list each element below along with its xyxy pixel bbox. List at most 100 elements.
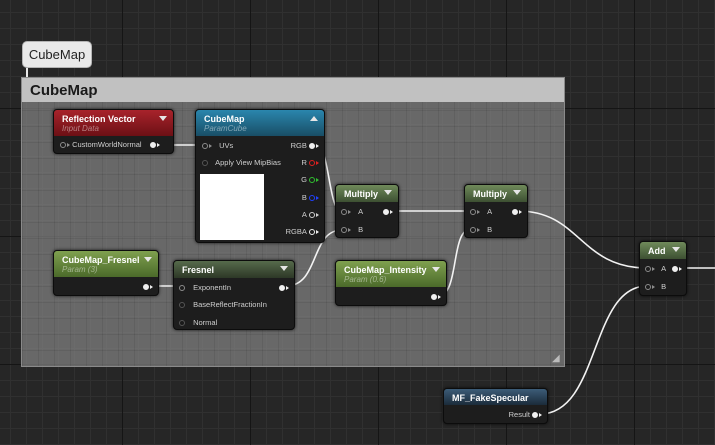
pin-label: BaseReflectFractionIn [193, 300, 267, 310]
pin-arrow-icon [316, 196, 319, 201]
pin-arrow-icon [156, 143, 160, 148]
pin-customworldnormal[interactable]: CustomWorldNormal [60, 140, 160, 150]
pin-output-icon[interactable] [309, 160, 315, 167]
node-title: Reflection Vector [62, 114, 136, 124]
pin-arrow-icon [679, 267, 682, 272]
pin-input-icon[interactable] [179, 302, 185, 309]
pin-label: RGBA [285, 227, 307, 237]
wire-fakespecular-to-add-b [539, 285, 648, 415]
pin-b[interactable]: B [341, 225, 363, 235]
node-header[interactable]: CubeMap_Fresnel Param (3) [54, 251, 158, 277]
pin-input-icon[interactable] [60, 142, 66, 149]
pin-input-icon[interactable] [341, 209, 347, 216]
pin-label: A [358, 207, 364, 217]
node-title: CubeMap_Intensity [344, 265, 427, 275]
pin-output-icon[interactable] [309, 195, 315, 202]
node-header[interactable]: CubeMap ParamCube [196, 110, 324, 136]
pin-output-icon[interactable] [383, 209, 389, 216]
pin-input-icon[interactable] [179, 285, 185, 292]
node-add[interactable]: Add A B [639, 241, 687, 296]
pin-label: G [301, 175, 307, 185]
pin-input-icon[interactable] [341, 227, 347, 234]
node-mf-fakespecular[interactable]: MF_FakeSpecular Result [443, 388, 548, 424]
pin-output[interactable] [143, 282, 153, 292]
pin-a[interactable]: A [470, 207, 492, 217]
pin-arrow-icon [209, 144, 212, 149]
collapse-arrow-icon[interactable] [672, 247, 680, 252]
pin-rgb[interactable]: RGB [291, 141, 319, 151]
node-reflection-vector[interactable]: Reflection Vector Input Data CustomWorld… [53, 109, 174, 154]
pin-input-icon[interactable] [470, 227, 476, 234]
collapse-arrow-icon[interactable] [310, 116, 318, 121]
pin-output-icon[interactable] [532, 412, 538, 419]
node-header[interactable]: CubeMap_Intensity Param (0.6) [336, 261, 446, 287]
pin-output-icon[interactable] [512, 209, 518, 216]
pin-label: R [301, 158, 307, 168]
collapse-arrow-icon[interactable] [513, 190, 521, 195]
pin-a[interactable]: A [645, 264, 666, 274]
pin-output-icon[interactable] [279, 285, 285, 292]
pin-output[interactable] [383, 207, 393, 217]
pin-normal[interactable]: Normal [179, 318, 217, 328]
pin-input-icon[interactable] [179, 320, 185, 327]
pin-input-icon[interactable] [202, 160, 208, 167]
pin-output[interactable] [512, 207, 522, 217]
pin-b[interactable]: B [302, 193, 319, 203]
pin-b[interactable]: B [470, 225, 492, 235]
pin-output-icon[interactable] [149, 142, 156, 149]
pin-result[interactable]: Result [509, 410, 542, 420]
pin-label: Apply View MipBias [215, 158, 281, 168]
pin-output-icon[interactable] [672, 266, 678, 273]
node-multiply-1[interactable]: Multiply A B [335, 184, 399, 238]
pin-g[interactable]: G [301, 175, 319, 185]
pin-apply-view-mipbias[interactable]: Apply View MipBias [202, 158, 281, 168]
node-header[interactable]: Reflection Vector Input Data [54, 110, 173, 136]
pin-arrow-icon [286, 286, 289, 291]
pin-arrow-icon [652, 285, 655, 290]
pin-input-icon[interactable] [470, 209, 476, 216]
node-header[interactable]: MF_FakeSpecular [444, 389, 547, 405]
pin-label: A [487, 207, 493, 217]
pin-output[interactable] [672, 264, 682, 274]
pin-uvs[interactable]: UVs [202, 141, 233, 151]
node-cubemap-fresnel[interactable]: CubeMap_Fresnel Param (3) [53, 250, 159, 296]
pin-output-icon[interactable] [309, 177, 315, 184]
pin-label: B [661, 282, 667, 292]
pin-output[interactable] [279, 283, 289, 293]
pin-output-icon[interactable] [309, 229, 315, 236]
pin-arrow-icon [438, 295, 441, 300]
pin-label: Normal [193, 318, 218, 328]
pin-output-icon[interactable] [309, 143, 315, 150]
pin-input-icon[interactable] [645, 266, 651, 273]
node-subtitle: Input Data [62, 124, 99, 133]
pin-basereflectfractionin[interactable]: BaseReflectFractionIn [179, 300, 267, 310]
collapse-arrow-icon[interactable] [280, 266, 288, 271]
pin-label: B [487, 225, 493, 235]
pin-output[interactable] [431, 292, 441, 302]
pin-arrow-icon [348, 228, 351, 233]
collapse-arrow-icon[interactable] [144, 257, 152, 262]
pin-b[interactable]: B [645, 282, 666, 292]
pin-output-icon[interactable] [431, 294, 437, 301]
node-cubemap-intensity[interactable]: CubeMap_Intensity Param (0.6) [335, 260, 447, 306]
node-header[interactable]: Multiply [336, 185, 398, 202]
collapse-arrow-icon[interactable] [384, 190, 392, 195]
node-fresnel[interactable]: Fresnel ExponentIn BaseReflectFractionIn… [173, 260, 295, 330]
pin-output-icon[interactable] [309, 212, 315, 219]
pin-input-icon[interactable] [202, 143, 208, 150]
node-header[interactable]: Add [640, 242, 686, 259]
node-cubemap[interactable]: CubeMap ParamCube UVs Apply View MipBias… [195, 109, 325, 243]
pin-a[interactable]: A [341, 207, 363, 217]
pin-r[interactable]: R [301, 158, 319, 168]
node-header[interactable]: Fresnel [174, 261, 294, 278]
collapse-arrow-icon[interactable] [432, 267, 440, 272]
pin-exponentin[interactable]: ExponentIn [179, 283, 231, 293]
collapse-arrow-icon[interactable] [159, 116, 167, 121]
pin-rgba[interactable]: RGBA [286, 227, 319, 237]
node-header[interactable]: Multiply [465, 185, 527, 202]
pin-output-icon[interactable] [143, 284, 149, 291]
pin-input-icon[interactable] [645, 284, 651, 291]
node-multiply-2[interactable]: Multiply A B [464, 184, 528, 238]
node-subtitle: Param (0.6) [344, 275, 387, 284]
pin-a[interactable]: A [302, 210, 319, 220]
